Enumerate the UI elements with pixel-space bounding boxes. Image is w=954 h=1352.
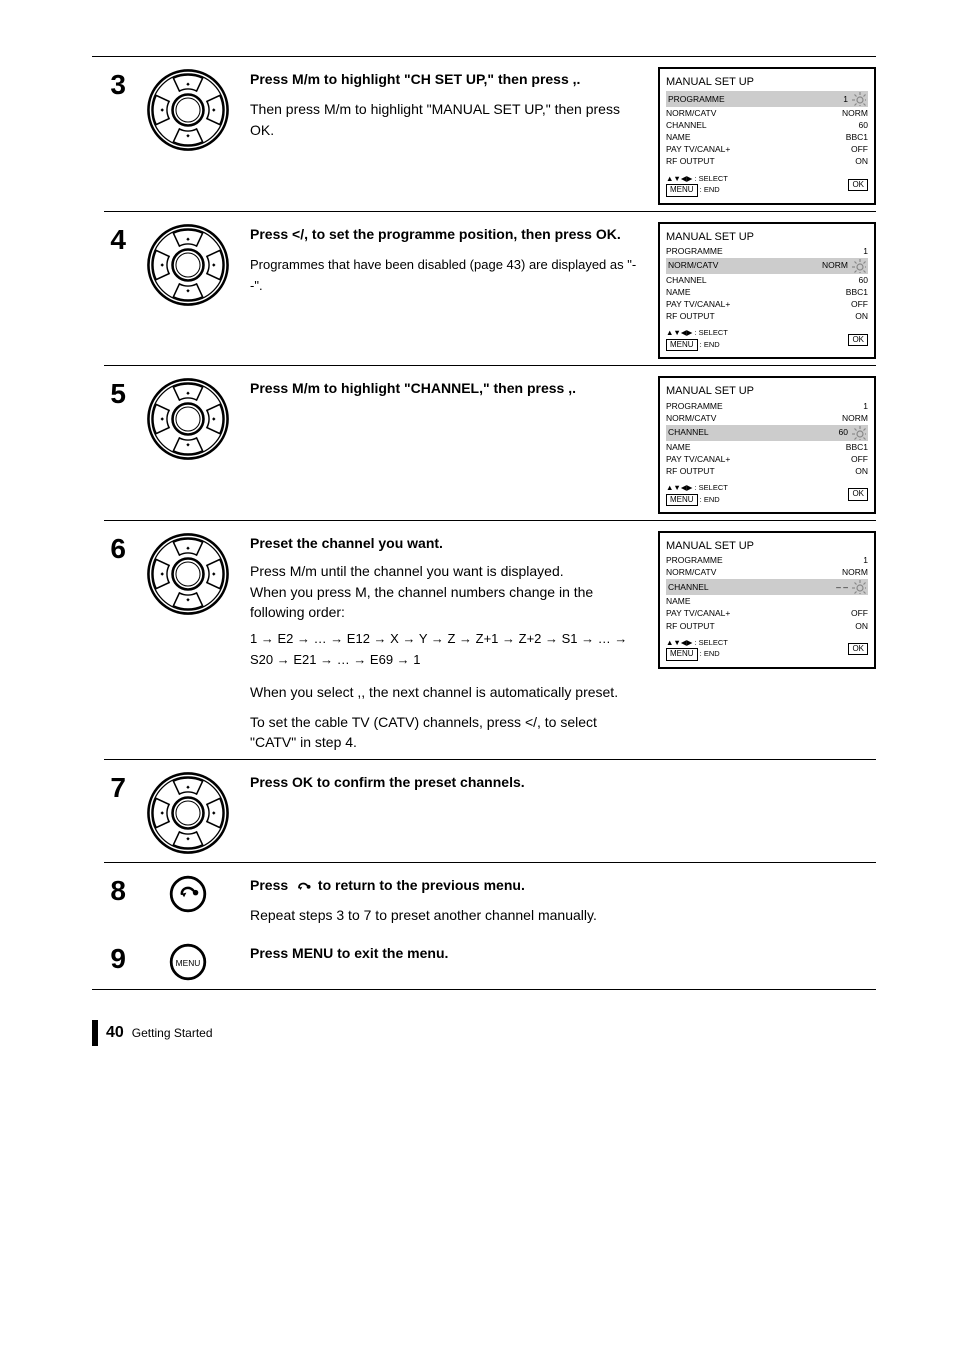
navpad-icon <box>140 768 236 856</box>
step-number: 8 <box>92 871 126 907</box>
step-3: 3 Press M/m to highlight "CH SET UP," th… <box>92 65 876 205</box>
screen-box-3: MANUAL SET UP PROGRAMME1 NORM/CATVNORM C… <box>658 67 876 205</box>
ok-label: OK <box>848 179 868 191</box>
step-number: 5 <box>92 374 126 410</box>
screen-box-6: MANUAL SET UP PROGRAMME1 NORM/CATVNORM C… <box>658 531 876 669</box>
navpad-icon <box>140 529 236 617</box>
step-4: 4 Press </, to set the programme positio… <box>92 220 876 360</box>
step-text: Press to return to the previous menu. Re… <box>250 871 638 926</box>
step-number: 6 <box>92 529 126 565</box>
screen-title: MANUAL SET UP <box>666 230 868 244</box>
step-9: 9 MENU Press MENU to exit the menu. <box>92 939 876 983</box>
svg-text:MENU: MENU <box>176 959 201 969</box>
screen-box-5: MANUAL SET UP PROGRAMME1 NORM/CATVNORM C… <box>658 376 876 514</box>
step-8: 8 Press to return to the previous menu. … <box>92 871 876 926</box>
step-number: 7 <box>92 768 126 804</box>
chapter-title: Getting Started <box>132 1026 213 1040</box>
step-6: 6 Preset the channel you want. Press M/m… <box>92 529 876 753</box>
ok-label: OK <box>848 488 868 500</box>
step-5: 5 Press M/m to highlight "CHANNEL," then… <box>92 374 876 514</box>
screen-title: MANUAL SET UP <box>666 384 868 398</box>
step-number: 4 <box>92 220 126 256</box>
return-icon <box>292 878 314 894</box>
navpad-icon <box>140 374 236 462</box>
step-number: 3 <box>92 65 126 101</box>
page-number: 40 <box>106 1024 124 1042</box>
screen-title: MANUAL SET UP <box>666 539 868 553</box>
navpad-icon <box>140 220 236 308</box>
step-text: Press </, to set the programme position,… <box>250 220 638 296</box>
screen-title: MANUAL SET UP <box>666 75 868 89</box>
step-7: 7 Press OK to confirm the preset channel… <box>92 768 876 856</box>
channel-sequence: 1 → E2 → … → E12 → X → Y → Z → Z+1 → Z+2… <box>250 631 627 667</box>
screen-box-4: MANUAL SET UP PROGRAMME1 NORM/CATVNORM C… <box>658 222 876 360</box>
highlight-sun-icon <box>852 92 866 106</box>
highlight-sun-icon <box>852 580 866 594</box>
ok-label: OK <box>848 334 868 346</box>
ok-label: OK <box>848 643 868 655</box>
return-button-icon <box>140 871 236 915</box>
step-text: Press MENU to exit the menu. <box>250 939 638 963</box>
step-text: Press M/m to highlight "CH SET UP," then… <box>250 65 638 140</box>
navpad-icon <box>140 65 236 153</box>
highlight-sun-icon <box>852 259 866 273</box>
menu-button-icon: MENU <box>140 939 236 983</box>
step-text: Preset the channel you want. Press M/m u… <box>250 529 638 753</box>
step-text: Press M/m to highlight "CHANNEL," then p… <box>250 374 638 398</box>
highlight-sun-icon <box>852 426 866 440</box>
step-number: 9 <box>92 939 126 975</box>
step-text: Press OK to confirm the preset channels. <box>250 768 638 792</box>
page-marker-bar <box>92 1020 98 1046</box>
